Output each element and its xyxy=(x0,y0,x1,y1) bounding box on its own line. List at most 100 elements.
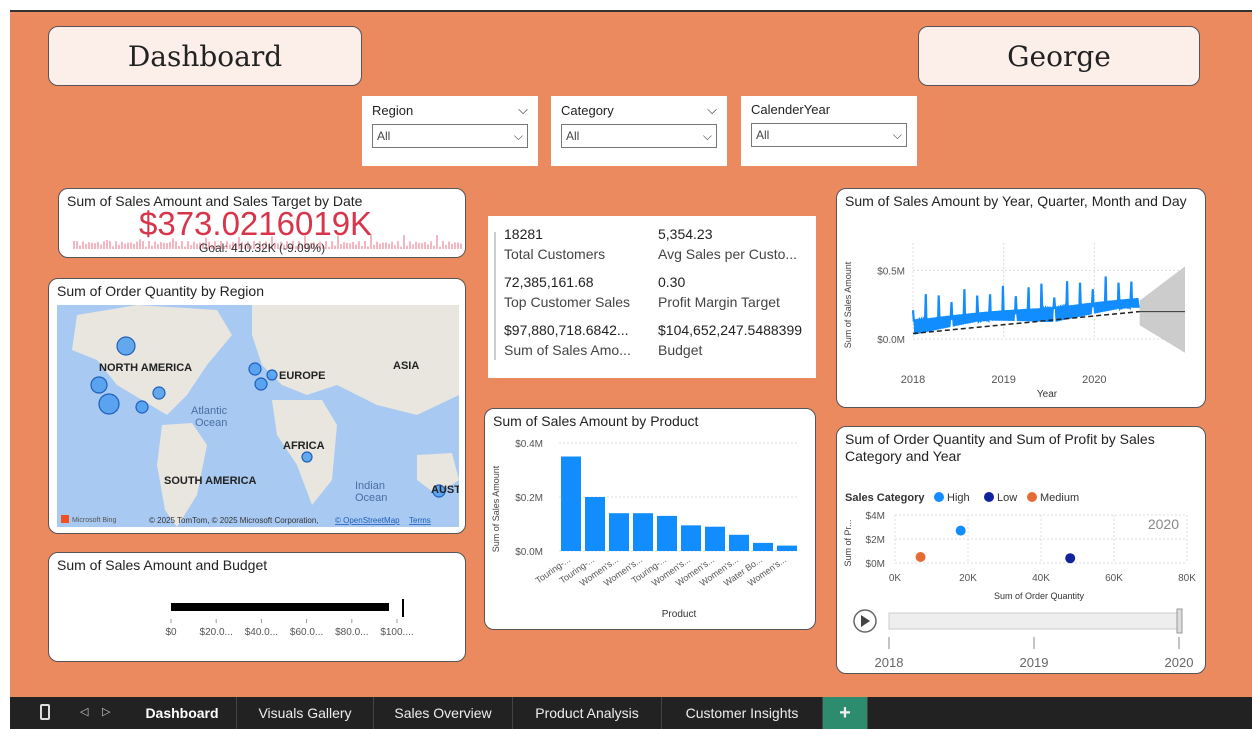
sparkline-bar xyxy=(91,242,93,249)
sparkline-bar xyxy=(373,244,375,249)
product-bar[interactable] xyxy=(753,542,773,551)
sparkline-bar xyxy=(169,241,171,249)
legend-label[interactable]: High xyxy=(947,492,970,504)
sparkline-bar xyxy=(136,241,138,249)
sparkline-bar xyxy=(82,241,84,249)
product-bar[interactable] xyxy=(705,526,725,551)
scatter-card[interactable]: Sum of Order Quantity and Sum of Profit … xyxy=(836,426,1206,674)
sparkline-bar xyxy=(85,244,87,249)
kpi-sum-sales: $97,880,718.6842... Sum of Sales Amo... xyxy=(504,322,631,358)
sparkline-bar xyxy=(406,245,408,249)
region-dropdown[interactable]: All ⌵ xyxy=(372,124,528,148)
bullet-tick-label: $20.0... xyxy=(200,627,233,638)
line-x-tick: 2020 xyxy=(1082,374,1106,386)
region-map[interactable]: NORTH AMERICA EUROPE ASIA AFRICA SOUTH A… xyxy=(57,305,459,527)
tab-dashboard[interactable]: Dashboard xyxy=(128,697,237,729)
sparkline-bar xyxy=(166,243,168,249)
sparkline-bar xyxy=(121,241,123,249)
sparkline-bar xyxy=(79,245,81,249)
tab-visuals-gallery[interactable]: Visuals Gallery xyxy=(237,697,374,729)
calendar-year-dropdown[interactable]: All ⌵ xyxy=(751,123,907,147)
sales-line-chart[interactable]: Sum of Sales Amount Year $0.0M $0.5M 2018 2… xyxy=(837,189,1205,407)
sparkline-bar xyxy=(433,245,435,249)
next-page-icon[interactable]: ▷ xyxy=(102,705,110,718)
product-chart-card[interactable]: Sum of Sales Amount by Product Sum of Sa… xyxy=(484,408,816,630)
sparkline-bar xyxy=(118,244,120,249)
scatter-chart[interactable]: Sales Category High Low Medium Sum of Pr..… xyxy=(837,427,1205,673)
sparkline-bar xyxy=(382,242,384,249)
tab-customer-insights[interactable]: Customer Insights xyxy=(662,697,823,729)
map-title: Sum of Order Quantity by Region xyxy=(57,283,264,299)
scatter-point[interactable] xyxy=(1065,553,1076,564)
sparkline-bar xyxy=(190,245,192,249)
kpi-target-card[interactable]: Sum of Sales Amount and Sales Target by … xyxy=(58,188,466,258)
sparkline-bar xyxy=(376,241,378,249)
line-x-axis-label: Year xyxy=(1037,389,1058,400)
product-x-axis-label: Product xyxy=(662,609,697,620)
legend-marker xyxy=(934,492,944,502)
chevron-down-icon[interactable]: ⌵ xyxy=(518,102,528,118)
tab-product-analysis[interactable]: Product Analysis xyxy=(513,697,662,729)
terms-link[interactable]: Terms xyxy=(409,516,431,525)
scatter-y-tick: $4M xyxy=(866,511,885,522)
calendar-year-value: All xyxy=(756,128,770,142)
add-page-button[interactable]: + xyxy=(823,697,868,729)
bullet-tick-label: $80.0... xyxy=(335,627,368,638)
map-card[interactable]: Sum of Order Quantity by Region NORTH AM… xyxy=(48,278,466,534)
play-axis-handle[interactable] xyxy=(1176,608,1183,634)
sparkline-bar xyxy=(448,241,450,249)
scatter-y-axis-label: Sum of Pr... xyxy=(843,519,853,566)
region-slicer[interactable]: Region ⌵ All ⌵ xyxy=(362,96,538,166)
multi-kpi-card[interactable]: 18281 Total Customers 5,354.23 Avg Sales p… xyxy=(488,216,816,378)
scatter-point[interactable] xyxy=(955,525,966,536)
sparkline-bar xyxy=(157,244,159,249)
map-label-ocean-2: Ocean xyxy=(355,492,387,504)
sparkline-bar xyxy=(451,243,453,249)
play-axis-label: 2020 xyxy=(1165,655,1194,670)
play-button[interactable] xyxy=(853,609,877,633)
sparkline-bar xyxy=(346,242,348,249)
scatter-x-axis-label: Sum of Order Quantity xyxy=(994,591,1085,601)
tab-sales-overview[interactable]: Sales Overview xyxy=(374,697,513,729)
scatter-x-tick: 40K xyxy=(1032,573,1050,584)
product-bar-chart[interactable]: Sum of Sales Amount Product $0.0M $0.2M $0… xyxy=(485,409,815,629)
scatter-point[interactable] xyxy=(915,552,926,562)
sales-line[interactable] xyxy=(911,276,1140,335)
kpi-budget: $104,652,247.5488399 Budget xyxy=(658,322,803,358)
product-bar[interactable] xyxy=(777,545,797,551)
chevron-down-icon[interactable]: ⌵ xyxy=(707,102,717,118)
sparkline-bar xyxy=(430,241,432,249)
sparkline-bar xyxy=(457,242,459,249)
product-bar[interactable] xyxy=(609,513,629,551)
kpi-target-value: $373.0216019K xyxy=(139,205,373,242)
sparkline-bar xyxy=(106,240,108,249)
sparkline-bar xyxy=(355,244,357,249)
sales-trend-card[interactable]: Sum of Sales Amount by Year, Quarter, Mo… xyxy=(836,188,1206,408)
sparkline-bar xyxy=(124,243,126,249)
category-dropdown[interactable]: All ⌵ xyxy=(561,124,717,148)
microsoft-logo-icon xyxy=(61,515,69,523)
product-bar[interactable] xyxy=(585,497,605,551)
product-bar[interactable] xyxy=(681,525,701,551)
sparkline-bar xyxy=(151,245,153,249)
product-bar[interactable] xyxy=(729,534,749,551)
product-bar[interactable] xyxy=(633,513,653,551)
product-bar[interactable] xyxy=(561,456,581,552)
product-bar[interactable] xyxy=(657,515,677,551)
sales-budget-card[interactable]: Sum of Sales Amount and Budget $0 $20.0..… xyxy=(48,552,466,662)
play-axis-slider[interactable] xyxy=(888,612,1180,630)
page-tabs-bar: ◁ ▷ Dashboard Visuals Gallery Sales Over… xyxy=(10,697,1252,729)
mobile-layout-icon[interactable] xyxy=(40,704,50,720)
osm-link[interactable]: © OpenStreetMap xyxy=(335,516,400,525)
sparkline-bar xyxy=(343,242,345,249)
prev-page-icon[interactable]: ◁ xyxy=(80,705,88,718)
sparkline-bar xyxy=(340,244,342,249)
calendar-year-slicer[interactable]: CalenderYear All ⌵ xyxy=(741,96,917,166)
forecast-band xyxy=(1139,266,1185,353)
legend-label[interactable]: Medium xyxy=(1040,492,1079,504)
category-slicer[interactable]: Category ⌵ All ⌵ xyxy=(551,96,727,166)
sparkline-bar xyxy=(415,242,417,249)
legend-label[interactable]: Low xyxy=(997,492,1017,504)
sparkline-bar xyxy=(130,242,132,249)
kpi-goal-text: Goal: 410.32K (-9.09%) xyxy=(199,241,326,255)
